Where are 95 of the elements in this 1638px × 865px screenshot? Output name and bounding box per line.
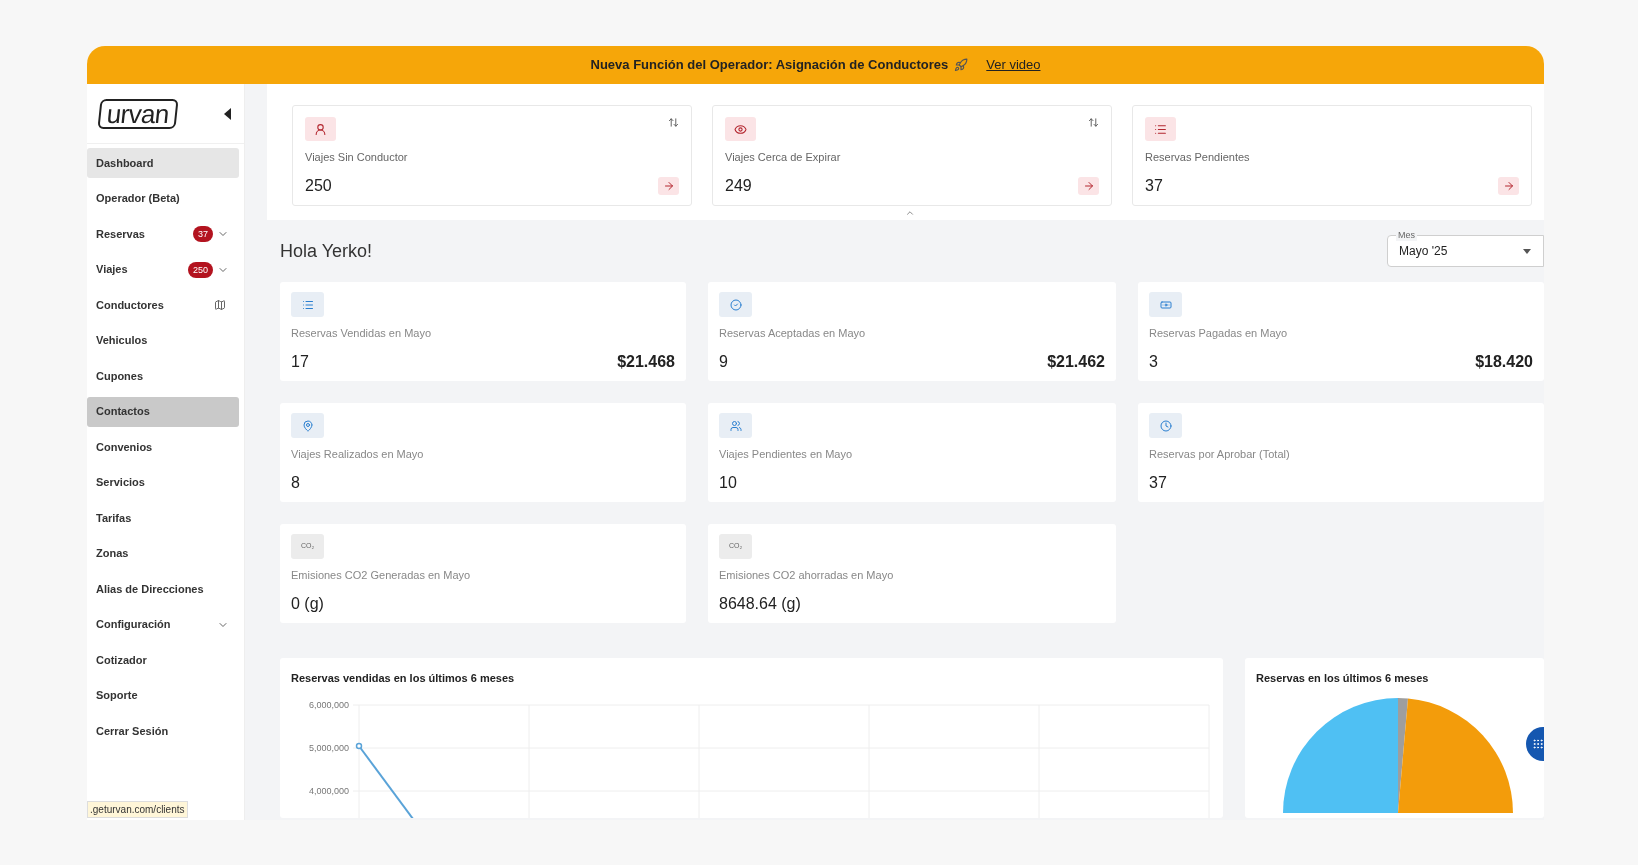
sidebar-item[interactable]: Contactos [87,396,239,427]
select-value: Mayo '25 [1399,243,1448,260]
sidebar-item[interactable]: Reservas 37 [87,219,239,249]
arrow-right-icon [662,179,675,192]
card-value: 8648.64 (g) [719,593,801,614]
sidebar-item[interactable]: Vehiculos [87,325,239,356]
rocket-icon [954,58,969,72]
list-icon [1154,122,1167,136]
card-label: Reservas Pendientes [1145,150,1251,165]
sidebar-label: Servicios [96,475,146,491]
collapse-icon[interactable] [224,107,232,120]
chart-title: Reservas vendidas en los últimos 6 meses [291,671,516,686]
list-icon [301,298,314,311]
sidebar-item[interactable]: Cotizador [87,645,239,675]
sidebar-label: Contactos [96,404,151,420]
sidebar-label: Cupones [96,368,145,384]
sidebar-item[interactable]: Convenios [87,432,239,462]
sidebar-label: Viajes [96,262,129,278]
sort-icon[interactable] [1088,117,1099,128]
sidebar-item[interactable]: Configuración [87,609,239,640]
card-label: Viajes Realizados en Mayo [291,447,425,462]
sidebar-label: Vehiculos [96,333,149,349]
card-value: 250 [305,175,332,196]
sidebar-item[interactable]: Servicios [87,467,239,498]
card-label: Reservas por Aprobar (Total) [1149,447,1291,462]
banner-link[interactable]: Ver video [986,55,1041,75]
sidebar-label: Tarifas [96,510,133,526]
arrow-button[interactable] [1078,176,1099,195]
users-icon [729,419,742,432]
pin-icon [301,419,314,432]
grid-icon [1532,738,1544,750]
sidebar-item[interactable]: Tarifas [87,503,239,533]
sort-icon[interactable] [668,117,679,128]
card-label: Viajes Pendientes en Mayo [719,447,854,462]
axis-tick-label: 6,000,000 [307,698,349,712]
sidebar-label: Zonas [96,546,130,562]
sidebar-item[interactable]: Soporte [87,680,239,711]
card-value: 249 [725,175,752,196]
dropdown-caret-icon [1523,248,1531,254]
axis-tick-label: 5,000,000 [307,741,349,755]
card-value: 17 [291,351,309,372]
card-label: Viajes Sin Conductor [305,150,409,165]
amount: $18.420 [1475,351,1533,372]
sidebar-item[interactable]: Alias de Direcciones [87,574,239,604]
clock-icon [1159,419,1172,432]
count-badge: 37 [193,226,213,242]
sidebar-label: Soporte [96,688,139,704]
sidebar-item[interactable]: Conductores [87,290,239,320]
sidebar-item[interactable]: Zonas [87,538,239,569]
sidebar-label: Cotizador [96,652,148,668]
map-icon [214,299,226,311]
arrow-right-icon [1082,179,1095,192]
card-label: Viajes Cerca de Expirar [725,150,842,165]
status-url: .geturvan.com/clients [87,801,188,818]
amount: $21.468 [617,351,675,372]
sidebar-item[interactable]: Cerrar Sesión [87,716,239,746]
sidebar-label: Conductores [96,297,165,313]
logo: urvan [97,98,179,129]
card-value: 10 [719,472,737,493]
sidebar-label: Reservas [96,226,146,242]
check-circle-icon [729,298,742,311]
sidebar-item[interactable]: Viajes 250 [87,254,239,285]
card-value: 37 [1149,472,1167,493]
sidebar-item[interactable]: Cupones [87,361,239,391]
banknote-icon [1159,298,1172,311]
sidebar-label: Convenios [96,439,154,455]
sidebar-label: Alias de Direcciones [96,581,205,597]
user-icon [314,122,327,136]
amount: $21.462 [1047,351,1105,372]
card-label: Reservas Pagadas en Mayo [1149,326,1289,341]
sidebar-label: Configuración [96,617,172,633]
sidebar-label: Cerrar Sesión [96,723,170,739]
card-label: Reservas Vendidas en Mayo [291,326,433,341]
sidebar-item[interactable]: Operador (Beta) [87,183,239,214]
eye-icon [734,122,747,136]
card-label: Emisiones CO2 ahorradas en Mayo [719,568,895,583]
card-value: 0 (g) [291,593,324,614]
card-value: 37 [1145,175,1163,196]
sidebar-label: Operador (Beta) [96,191,181,207]
arrow-button[interactable] [658,176,679,195]
arrow-right-icon [1502,179,1515,192]
greeting: Hola Yerko! [280,239,373,263]
arrow-button[interactable] [1498,176,1519,195]
card-value: 9 [719,351,728,372]
card-label: Emisiones CO2 Generadas en Mayo [291,568,472,583]
banner-text: Nueva Función del Operador: Asignación de Conductores [590,56,949,75]
chart-title: Reservas en los últimos 6 meses [1256,671,1430,686]
card-value: 3 [1149,351,1158,372]
card-value: 8 [291,472,300,493]
select-label: Mes [1396,229,1417,241]
card-label: Reservas Aceptadas en Mayo [719,326,867,341]
sidebar-label: Dashboard [96,155,155,171]
axis-tick-label: 4,000,000 [307,784,349,798]
sidebar-item[interactable]: Dashboard [87,148,239,178]
count-badge: 250 [187,261,213,278]
